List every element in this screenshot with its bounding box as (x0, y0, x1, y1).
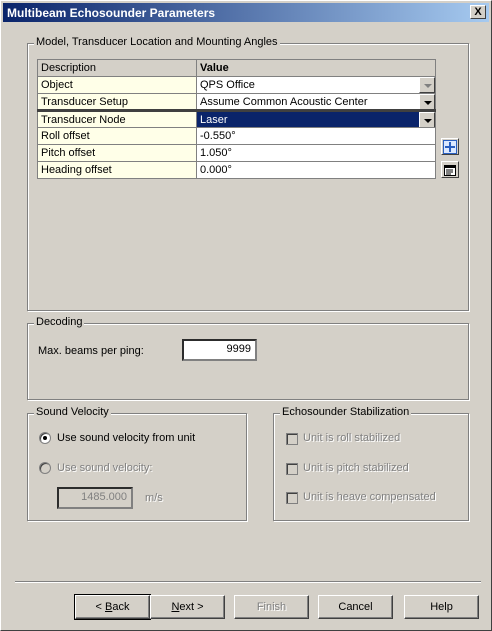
max-beams-label: Max. beams per ping: (38, 345, 144, 357)
object-combo[interactable]: QPS Office (196, 76, 436, 94)
chevron-down-icon[interactable] (419, 94, 435, 110)
transducer-node-combo[interactable]: Laser (196, 109, 436, 128)
row-label-transducer-node: Transducer Node (37, 109, 197, 128)
button-separator (15, 581, 481, 583)
back-button[interactable]: < Back (74, 594, 151, 620)
roll-stabilized-label[interactable]: Unit is roll stabilized (303, 432, 400, 444)
use-custom-sound-velocity-label[interactable]: Use sound velocity: (57, 462, 152, 474)
max-beams-input[interactable]: 9999 (182, 339, 257, 361)
use-unit-sound-velocity-radio[interactable] (39, 432, 51, 444)
dialog-window: Multibeam Echosounder Parameters X Model… (0, 0, 492, 631)
sound-velocity-input[interactable]: 1485.000 (57, 487, 133, 509)
sound-velocity-unit: m/s (145, 492, 163, 504)
cancel-button[interactable]: Cancel (318, 595, 393, 619)
close-icon: X (474, 5, 482, 18)
heading-offset-value[interactable]: 0.000° (196, 161, 436, 179)
grid-row-pitch-offset[interactable]: Pitch offset 1.050° (37, 144, 436, 162)
pitch-offset-value[interactable]: 1.050° (196, 144, 436, 162)
finish-button[interactable]: Finish (234, 595, 309, 619)
help-button[interactable]: Help (404, 595, 479, 619)
grid-row-transducer-setup[interactable]: Transducer Setup Assume Common Acoustic … (37, 93, 436, 111)
back-button-prefix: < (95, 601, 105, 613)
decoding-group: Decoding Max. beams per ping: (27, 316, 469, 400)
column-header-description[interactable]: Description (37, 59, 197, 77)
next-button[interactable]: Next > (150, 595, 225, 619)
title-bar[interactable]: Multibeam Echosounder Parameters X (3, 3, 489, 22)
object-value: QPS Office (200, 79, 255, 91)
grid-row-transducer-node[interactable]: Transducer Node Laser (37, 109, 436, 128)
properties-icon (444, 164, 456, 176)
use-unit-sound-velocity-label[interactable]: Use sound velocity from unit (57, 432, 195, 444)
roll-stabilized-checkbox[interactable] (286, 433, 298, 445)
plus-icon (443, 139, 457, 154)
roll-offset-value[interactable]: -0.550° (196, 127, 436, 145)
properties-button[interactable] (441, 161, 459, 178)
use-custom-sound-velocity-radio[interactable] (39, 462, 51, 474)
next-button-mnemonic: N (171, 601, 180, 613)
transducer-setup-value: Assume Common Acoustic Center (200, 95, 368, 108)
next-button-suffix: ext > (179, 601, 204, 613)
row-label-roll-offset: Roll offset (37, 127, 197, 145)
grid-header: Description Value (37, 59, 436, 77)
column-header-value[interactable]: Value (196, 59, 436, 77)
grid-row-roll-offset[interactable]: Roll offset -0.550° (37, 127, 436, 145)
window-title: Multibeam Echosounder Parameters (7, 6, 216, 20)
stabilization-legend: Echosounder Stabilization (280, 406, 412, 418)
heave-compensated-checkbox[interactable] (286, 492, 298, 504)
pitch-stabilized-label[interactable]: Unit is pitch stabilized (303, 462, 409, 474)
close-button[interactable]: X (470, 5, 486, 19)
model-group-legend: Model, Transducer Location and Mounting … (34, 36, 280, 48)
chevron-down-icon[interactable] (419, 113, 435, 127)
grid-row-heading-offset[interactable]: Heading offset 0.000° (37, 161, 436, 179)
row-label-transducer-setup: Transducer Setup (37, 93, 197, 111)
sound-velocity-legend: Sound Velocity (34, 406, 111, 418)
chevron-down-icon (419, 77, 435, 93)
pitch-stabilized-checkbox[interactable] (286, 463, 298, 475)
decoding-legend: Decoding (34, 316, 85, 328)
row-label-heading-offset: Heading offset (37, 161, 197, 179)
row-label-pitch-offset: Pitch offset (37, 144, 197, 162)
back-button-mnemonic: B (105, 601, 113, 613)
add-node-button[interactable] (441, 138, 459, 155)
transducer-node-value: Laser (200, 113, 228, 126)
heave-compensated-label[interactable]: Unit is heave compensated (303, 491, 436, 503)
row-label-object: Object (37, 76, 197, 94)
parameters-grid: Description Value Object QPS Office Tran… (37, 59, 436, 179)
model-group: Model, Transducer Location and Mounting … (27, 36, 469, 311)
transducer-setup-combo[interactable]: Assume Common Acoustic Center (196, 93, 436, 111)
back-button-suffix: ack (112, 601, 130, 613)
grid-row-object[interactable]: Object QPS Office (37, 76, 436, 94)
